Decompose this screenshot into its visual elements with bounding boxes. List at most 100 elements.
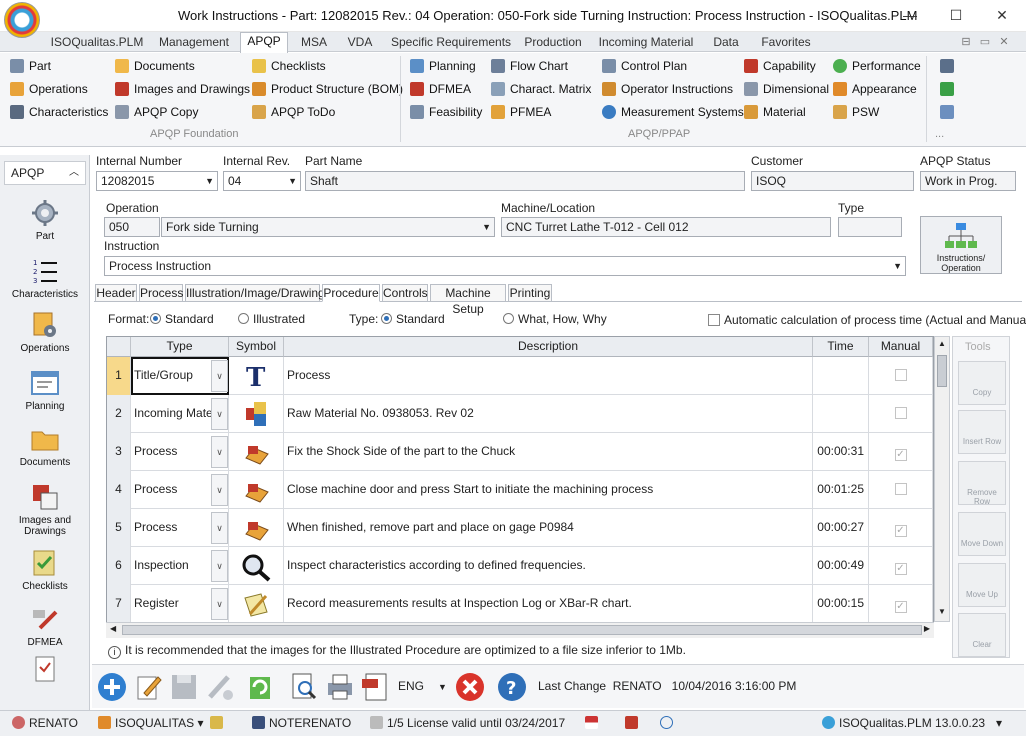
part-name-field[interactable]: Shaft — [305, 171, 745, 191]
description-cell[interactable]: Inspect characteristics according to def… — [284, 547, 813, 585]
move-down-button[interactable]: Move Down — [958, 512, 1006, 556]
move-up-button[interactable]: Move Up — [958, 563, 1006, 607]
menu-tab-vda[interactable]: VDA — [340, 34, 380, 52]
table-row[interactable]: 5 Process ∨ When finished, remove part and … — [107, 509, 933, 547]
ribbon-checklists[interactable]: Checklists — [252, 57, 326, 75]
instruction-select[interactable]: Process Instruction ▼ — [104, 256, 906, 276]
ribbon-pfmea[interactable]: PFMEA — [491, 103, 551, 121]
ribbon-planning[interactable]: Planning — [410, 57, 476, 75]
time-cell[interactable] — [813, 357, 869, 395]
checkbox-checked-icon[interactable]: ✓ — [894, 449, 907, 461]
chevron-down-icon[interactable]: ∨ — [211, 474, 228, 506]
machine-field[interactable]: CNC Turret Lathe T-012 - Cell 012 — [501, 217, 831, 237]
manual-cell[interactable]: ✓ — [869, 433, 933, 471]
description-cell[interactable]: Close machine door and press Start to in… — [284, 471, 813, 509]
row-number[interactable]: 7 — [107, 585, 131, 623]
save-icon[interactable] — [168, 671, 200, 703]
chevron-down-icon[interactable]: ∨ — [211, 512, 228, 544]
nav-images-drawings[interactable]: Images and Drawings — [0, 482, 90, 537]
row-number[interactable]: 5 — [107, 509, 131, 547]
type-cell[interactable]: Incoming Material∨ — [131, 395, 229, 433]
remove-row-button[interactable]: Remove Row — [958, 461, 1006, 506]
operation-code-field[interactable]: 050 — [104, 217, 160, 237]
time-cell[interactable]: 00:00:31 — [813, 433, 869, 471]
internal-rev-select[interactable]: 04 ▼ — [223, 171, 301, 191]
operation-name-select[interactable]: Fork side Turning ▼ — [161, 217, 495, 237]
time-cell[interactable] — [813, 395, 869, 433]
chevron-down-icon[interactable]: ∨ — [211, 588, 228, 620]
row-number[interactable]: 2 — [107, 395, 131, 433]
description-cell[interactable]: Process — [284, 357, 813, 395]
menu-tab-apqp[interactable]: APQP — [240, 32, 288, 53]
grid-header-type[interactable]: Type — [131, 337, 229, 357]
ribbon-measurement-systems[interactable]: Measurement Systems — [602, 103, 744, 121]
ribbon-appearance[interactable]: Appearance — [833, 80, 917, 98]
ribbon-documents[interactable]: Documents — [115, 57, 195, 75]
manual-cell[interactable] — [869, 357, 933, 395]
edit-icon[interactable] — [132, 671, 164, 703]
nav-operations[interactable]: Operations — [0, 310, 90, 354]
pdf-status-icon[interactable] — [625, 716, 642, 730]
symbol-cell[interactable] — [229, 585, 284, 623]
grid-header-manual[interactable]: Manual — [869, 337, 933, 357]
tab-printing[interactable]: Printing — [508, 284, 552, 302]
ribbon-window-controls[interactable]: ⊟ ▭ ✕ — [950, 34, 1020, 52]
minimize-button[interactable]: — — [900, 6, 920, 24]
tab-procedure[interactable]: Procedure — [322, 284, 380, 302]
chevron-down-icon[interactable]: ∨ — [211, 360, 228, 392]
vertical-scrollbar[interactable]: ▲ ▼ — [934, 336, 950, 622]
ribbon-operations[interactable]: Operations — [10, 80, 88, 98]
nav-dfmea[interactable]: DFMEA — [0, 604, 90, 648]
type-cell[interactable]: Process ∨ — [131, 433, 229, 471]
type-cell[interactable]: Process ∨ — [131, 471, 229, 509]
nav-documents[interactable]: Documents — [0, 424, 90, 468]
help-icon[interactable]: ? — [496, 671, 528, 703]
status-menu-button[interactable]: ▾ — [996, 716, 1002, 730]
type-standard-radio[interactable]: Standard — [381, 312, 445, 326]
scroll-up-icon[interactable]: ▲ — [936, 339, 948, 351]
manual-cell[interactable]: ✓ — [869, 509, 933, 547]
ribbon-product-structure[interactable]: Product Structure (BOM) — [252, 80, 403, 98]
ribbon-performance[interactable]: Performance — [833, 57, 921, 75]
menu-tab-favorites[interactable]: Favorites — [756, 34, 816, 52]
table-row[interactable]: 2Incoming Material∨ Raw Material No. 0938… — [107, 395, 933, 433]
table-row[interactable]: 3 Process ∨ Fix the Shock Side of the part … — [107, 433, 933, 471]
symbol-cell[interactable] — [229, 509, 284, 547]
type-what-how-why-radio[interactable]: What, How, Why — [503, 312, 607, 326]
ribbon-dfmea[interactable]: DFMEA — [410, 80, 471, 98]
ribbon-flow-chart[interactable]: Flow Chart — [491, 57, 568, 75]
info-status-icon[interactable] — [660, 716, 677, 730]
checkbox-icon[interactable] — [894, 369, 907, 381]
chevron-down-icon[interactable]: ∨ — [211, 436, 228, 468]
scroll-down-icon[interactable]: ▼ — [936, 607, 948, 619]
chevron-down-icon[interactable]: ∨ — [211, 398, 228, 430]
delete-icon[interactable] — [454, 671, 486, 703]
customer-field[interactable]: ISOQ — [751, 171, 914, 191]
checkbox-icon[interactable] — [894, 483, 907, 495]
ribbon-material[interactable]: Material — [744, 103, 806, 121]
ribbon-more[interactable]: ... — [935, 128, 944, 140]
tab-process[interactable]: Process — [139, 284, 183, 302]
ribbon-psw[interactable]: PSW — [833, 103, 879, 121]
checkbox-checked-icon[interactable]: ✓ — [894, 601, 907, 613]
symbol-cell[interactable]: T — [229, 357, 284, 395]
manual-cell[interactable] — [869, 471, 933, 509]
procedure-grid[interactable]: Type Symbol Description Time Manual 1 Tit… — [106, 336, 934, 638]
row-number[interactable]: 1 — [107, 357, 131, 395]
horizontal-scrollbar[interactable]: ◀ ▶ — [106, 622, 934, 638]
nav-planning[interactable]: Planning — [0, 368, 90, 412]
menu-tab-management[interactable]: Management — [154, 34, 234, 52]
ribbon-images-drawings[interactable]: Images and Drawings — [115, 80, 250, 98]
status-notes[interactable] — [210, 716, 227, 730]
scroll-thumb[interactable] — [937, 355, 947, 387]
apqp-status-field[interactable]: Work in Prog. — [920, 171, 1016, 191]
internal-number-select[interactable]: 12082015 ▼ — [96, 171, 218, 191]
menu-tab-production[interactable]: Production — [520, 34, 586, 52]
maximize-button[interactable]: ☐ — [946, 6, 966, 24]
symbol-cell[interactable] — [229, 395, 284, 433]
nav-part[interactable]: Part — [0, 198, 90, 242]
type-cell[interactable]: Process ∨ — [131, 509, 229, 547]
ribbon-dimensional[interactable]: Dimensional — [744, 80, 829, 98]
time-cell[interactable]: 00:00:15 — [813, 585, 869, 623]
app-logo-icon[interactable] — [4, 2, 40, 38]
